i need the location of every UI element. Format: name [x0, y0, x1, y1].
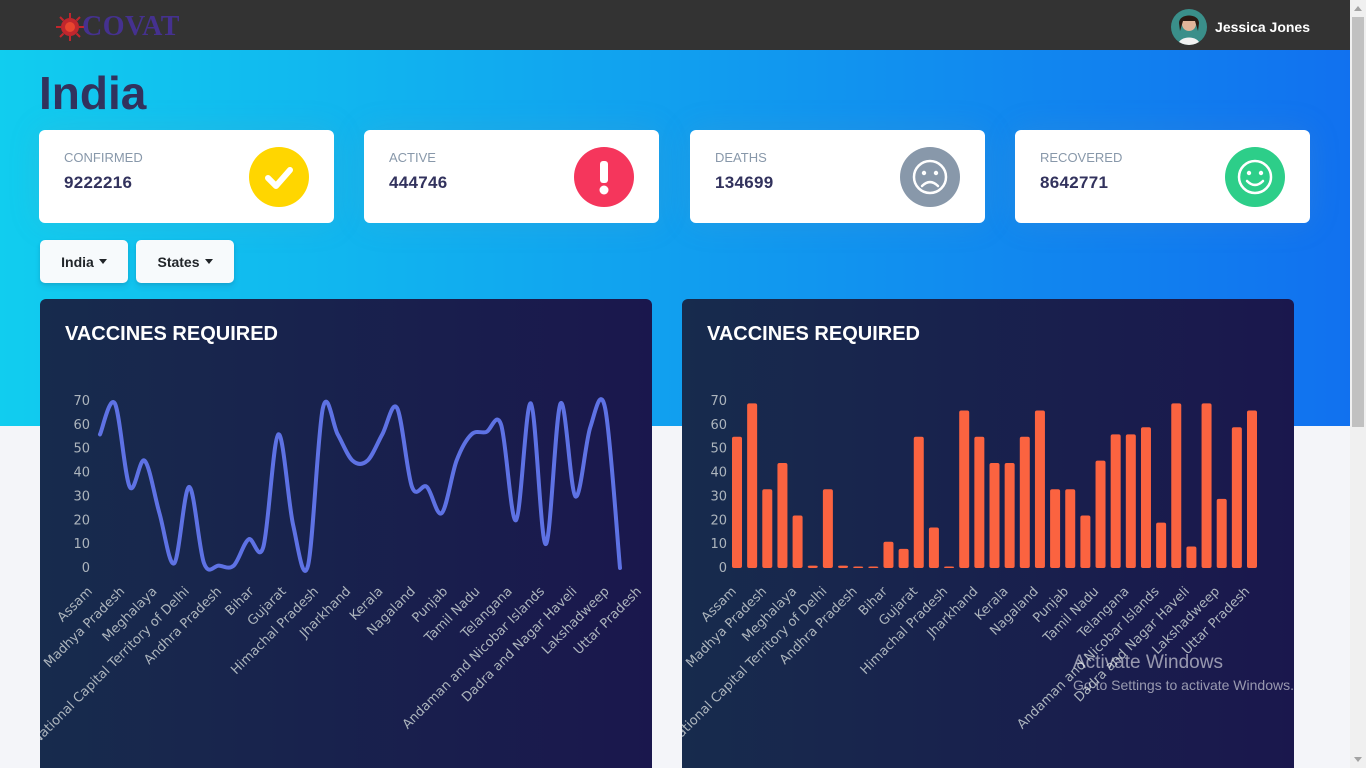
- y-tick-label: 30: [710, 489, 727, 504]
- bar: [1216, 498, 1227, 568]
- watermark-title: Activate Windows: [1073, 652, 1223, 673]
- deaths-card: DEATHS 134699: [690, 130, 985, 223]
- card-label: DEATHS: [715, 150, 767, 165]
- scrollbar-thumb[interactable]: [1352, 17, 1364, 427]
- bar: [853, 566, 864, 568]
- scroll-up-icon[interactable]: [1354, 6, 1362, 11]
- vertical-scrollbar[interactable]: [1350, 0, 1366, 768]
- bar: [868, 566, 879, 568]
- bar: [1110, 434, 1121, 568]
- bar-chart-panel: VACCINES REQUIRED 0 10 20 30 40 50 60 70 Assam Ma…: [682, 299, 1294, 768]
- card-value: 444746: [389, 173, 448, 192]
- user-menu[interactable]: Jessica Jones: [1171, 9, 1310, 45]
- windows-activation-watermark: Activate Windows Go to Settings to activ…: [1073, 652, 1294, 693]
- y-tick-label: 0: [719, 561, 727, 576]
- active-card: ACTIVE 444746: [364, 130, 659, 223]
- card-label: RECOVERED: [1040, 150, 1123, 165]
- smile-face-icon: [1225, 147, 1285, 207]
- card-value: 9222216: [64, 173, 133, 192]
- bar: [792, 515, 803, 568]
- card-label: CONFIRMED: [64, 150, 143, 165]
- states-dropdown-label: States: [157, 253, 200, 270]
- caret-down-icon: [204, 259, 213, 264]
- bar: [898, 548, 909, 568]
- bar: [1019, 436, 1030, 568]
- y-tick-label: 70: [710, 394, 727, 409]
- recovered-card: RECOVERED 8642771: [1015, 130, 1310, 223]
- y-tick-label: 10: [73, 537, 90, 552]
- bar: [928, 527, 939, 568]
- bar: [883, 541, 894, 568]
- bar-chart: 010203040506070AssamMadhya PradeshMeghal…: [682, 394, 1257, 748]
- bar: [1080, 515, 1091, 568]
- caret-down-icon: [98, 259, 107, 264]
- y-tick-label: 10: [710, 537, 727, 552]
- virus-logo-icon: [54, 11, 86, 43]
- card-label: ACTIVE: [389, 150, 436, 165]
- avatar: [1171, 9, 1208, 45]
- y-tick-label: 0: [82, 561, 90, 576]
- bar: [1201, 403, 1212, 568]
- bar: [822, 489, 833, 568]
- country-dropdown-button[interactable]: India: [40, 240, 128, 283]
- card-value: 8642771: [1040, 173, 1109, 192]
- bar: [1065, 489, 1076, 568]
- country-dropdown-label: India: [61, 253, 94, 270]
- bar: [1050, 489, 1061, 568]
- bar: [1095, 460, 1106, 568]
- y-tick-label: 70: [73, 394, 90, 409]
- user-name: Jessica Jones: [1215, 19, 1310, 35]
- bar: [1140, 427, 1151, 568]
- bar: [959, 410, 970, 568]
- y-tick-label: 60: [73, 418, 90, 433]
- line-chart: 010203040506070AssamMadhya PradeshMeghal…: [40, 394, 645, 748]
- line-chart-panel: VACCINES REQUIRED 0 10 20 30 40 50 60 70 Assam Ma…: [40, 299, 652, 768]
- bar: [974, 436, 985, 568]
- card-value: 134699: [715, 173, 774, 192]
- y-tick-label: 30: [73, 489, 90, 504]
- top-navbar: COVAT Jessica Jones: [0, 0, 1350, 50]
- y-tick-label: 40: [73, 466, 90, 481]
- scroll-down-icon[interactable]: [1354, 757, 1362, 762]
- y-tick-label: 20: [710, 513, 727, 528]
- bar: [1247, 410, 1257, 568]
- bar: [807, 565, 818, 568]
- exclamation-icon: [574, 147, 634, 207]
- bar: [762, 489, 773, 568]
- bar: [838, 565, 849, 568]
- logo-text: COVAT: [82, 11, 180, 42]
- y-tick-label: 50: [710, 442, 727, 457]
- watermark-subtitle: Go to Settings to activate Windows.: [1073, 677, 1294, 693]
- bar: [747, 403, 758, 568]
- y-tick-label: 20: [73, 513, 90, 528]
- y-tick-label: 40: [710, 466, 727, 481]
- logo[interactable]: COVAT: [54, 10, 180, 44]
- sad-face-icon: [900, 147, 960, 207]
- y-tick-label: 60: [710, 418, 727, 433]
- confirmed-card: CONFIRMED 9222216: [39, 130, 334, 223]
- bar: [1034, 410, 1045, 568]
- bar: [777, 463, 788, 568]
- bar: [1156, 522, 1167, 568]
- bar: [944, 566, 955, 568]
- bar: [1186, 546, 1197, 568]
- bar: [989, 463, 1000, 568]
- bar: [1231, 427, 1242, 568]
- y-tick-label: 50: [73, 442, 90, 457]
- page-title: India: [39, 67, 147, 119]
- bar: [1125, 434, 1136, 568]
- bar: [1171, 403, 1182, 568]
- bar: [913, 436, 924, 568]
- states-dropdown-button[interactable]: States: [136, 240, 234, 283]
- check-icon: [249, 147, 309, 207]
- line-series: [98, 397, 622, 573]
- bar: [732, 436, 742, 568]
- bar: [1004, 463, 1015, 568]
